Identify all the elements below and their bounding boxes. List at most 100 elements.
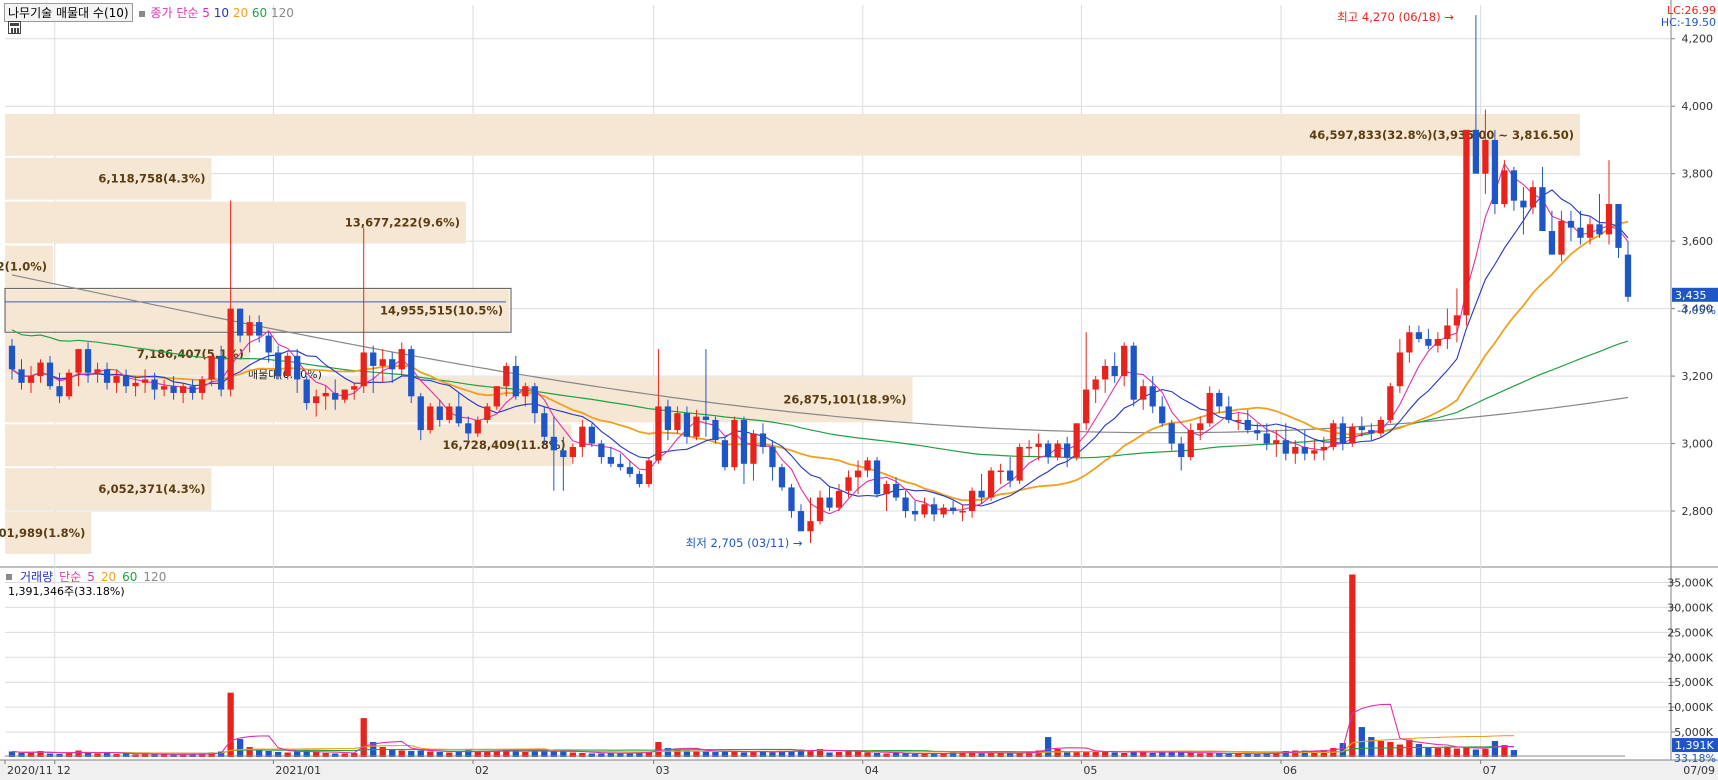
candle-body xyxy=(284,355,291,377)
candle-body xyxy=(1434,338,1442,346)
candle-body xyxy=(94,369,101,373)
candle-body xyxy=(560,450,567,458)
candle-body xyxy=(1130,345,1137,400)
candle[interactable] xyxy=(427,403,434,434)
candle-body xyxy=(151,379,158,390)
candle-body xyxy=(721,440,729,468)
candle-body xyxy=(1073,423,1080,458)
candle-body xyxy=(1558,220,1565,255)
candle-body xyxy=(968,490,976,512)
candle-body xyxy=(1121,345,1128,377)
candle-body xyxy=(892,484,900,498)
candle-body xyxy=(351,386,358,390)
candle-body xyxy=(1387,386,1394,420)
candle-body xyxy=(275,352,282,377)
volume-bar[interactable] xyxy=(1406,739,1413,757)
candle-body xyxy=(170,386,177,393)
candle-body xyxy=(674,413,681,431)
ma-legend-10: 10 xyxy=(213,6,229,20)
candle[interactable] xyxy=(712,416,719,444)
candle-body xyxy=(1244,419,1251,431)
candle-body xyxy=(56,386,63,397)
price-tick-label: 2,800 xyxy=(1682,505,1714,518)
candle-body xyxy=(493,386,500,407)
candle[interactable] xyxy=(778,463,786,491)
candle-body xyxy=(911,511,919,515)
candle-body xyxy=(769,446,776,468)
volume-tick-label: 35,000K xyxy=(1667,576,1713,589)
candle-body xyxy=(1216,392,1223,407)
candle-body xyxy=(436,406,443,420)
candle-body xyxy=(1529,187,1537,208)
candle-body xyxy=(541,413,548,437)
candle-body xyxy=(702,416,710,420)
candle-body xyxy=(873,460,881,495)
candle-body xyxy=(883,484,890,495)
candle[interactable] xyxy=(645,457,653,488)
candle-body xyxy=(645,460,653,485)
candle-body xyxy=(1510,170,1518,201)
candle-body xyxy=(122,376,130,387)
candle-body xyxy=(835,490,843,508)
candle-body xyxy=(208,355,215,380)
candle-body xyxy=(1491,139,1499,205)
volume-bar[interactable] xyxy=(227,692,234,757)
candle-body xyxy=(1140,386,1147,400)
candle-body xyxy=(759,433,767,447)
candle-body xyxy=(816,497,824,522)
candle-body xyxy=(1596,224,1603,235)
calculator-icon[interactable] xyxy=(8,21,21,34)
stock-chart[interactable]: 4,2004,0003,8003,6003,4003,2003,0002,800… xyxy=(0,0,1718,780)
volume-bar[interactable] xyxy=(360,718,367,757)
candle[interactable] xyxy=(987,467,995,501)
candle[interactable] xyxy=(1463,129,1470,326)
candle-body xyxy=(1463,129,1470,316)
volume-bar[interactable] xyxy=(1377,741,1384,757)
current-volume-text: 1,391,346주(33.18%) xyxy=(8,585,125,598)
volume-bar[interactable] xyxy=(1349,574,1356,757)
candle[interactable] xyxy=(873,457,881,498)
indicator-legend: 나무기술 매물대 수(10) 종가 단순 5 10 20 60 120 xyxy=(4,3,294,22)
candle[interactable] xyxy=(1016,443,1023,485)
candle-body xyxy=(940,507,947,515)
volume-bar[interactable] xyxy=(1491,741,1499,757)
legend-square-icon xyxy=(138,11,145,17)
candle-body xyxy=(1102,365,1109,380)
candle[interactable] xyxy=(721,436,729,471)
candle-body xyxy=(930,504,938,515)
candle-body xyxy=(797,511,805,532)
candle-body xyxy=(1092,379,1099,390)
candle[interactable] xyxy=(65,369,73,400)
volume-bar[interactable] xyxy=(237,739,244,757)
candle-body xyxy=(1187,430,1194,458)
candle-body xyxy=(750,433,757,464)
candle[interactable] xyxy=(1330,419,1337,451)
current-change-label: -4.05% xyxy=(1677,304,1716,317)
volume-bar[interactable] xyxy=(1045,737,1052,757)
candle-body xyxy=(379,359,386,366)
candle[interactable] xyxy=(284,352,291,380)
candle[interactable] xyxy=(1073,423,1080,461)
candle[interactable] xyxy=(1130,342,1137,407)
candle[interactable] xyxy=(588,423,595,447)
indicator-label[interactable]: 나무기술 매물대 수(10) xyxy=(4,3,133,22)
ma-legend-120: 120 xyxy=(271,6,294,20)
candle-body xyxy=(1605,204,1613,235)
candle-body xyxy=(474,419,481,434)
candle[interactable] xyxy=(1387,382,1394,424)
candle-body xyxy=(313,396,320,404)
candle-body xyxy=(683,413,691,437)
x-tick-label: 07 xyxy=(1483,764,1497,777)
candle-body xyxy=(617,463,624,468)
volume-bar[interactable] xyxy=(1387,742,1394,757)
candle[interactable] xyxy=(1491,129,1499,215)
candle[interactable] xyxy=(408,345,415,404)
candle-body xyxy=(455,406,462,424)
candle-body xyxy=(626,467,634,474)
volume-bar[interactable] xyxy=(1368,737,1375,757)
legend-square-icon xyxy=(6,573,12,580)
candle[interactable] xyxy=(493,386,500,410)
candle[interactable] xyxy=(1349,423,1356,447)
candle-body xyxy=(512,365,519,397)
candle[interactable] xyxy=(731,416,738,471)
